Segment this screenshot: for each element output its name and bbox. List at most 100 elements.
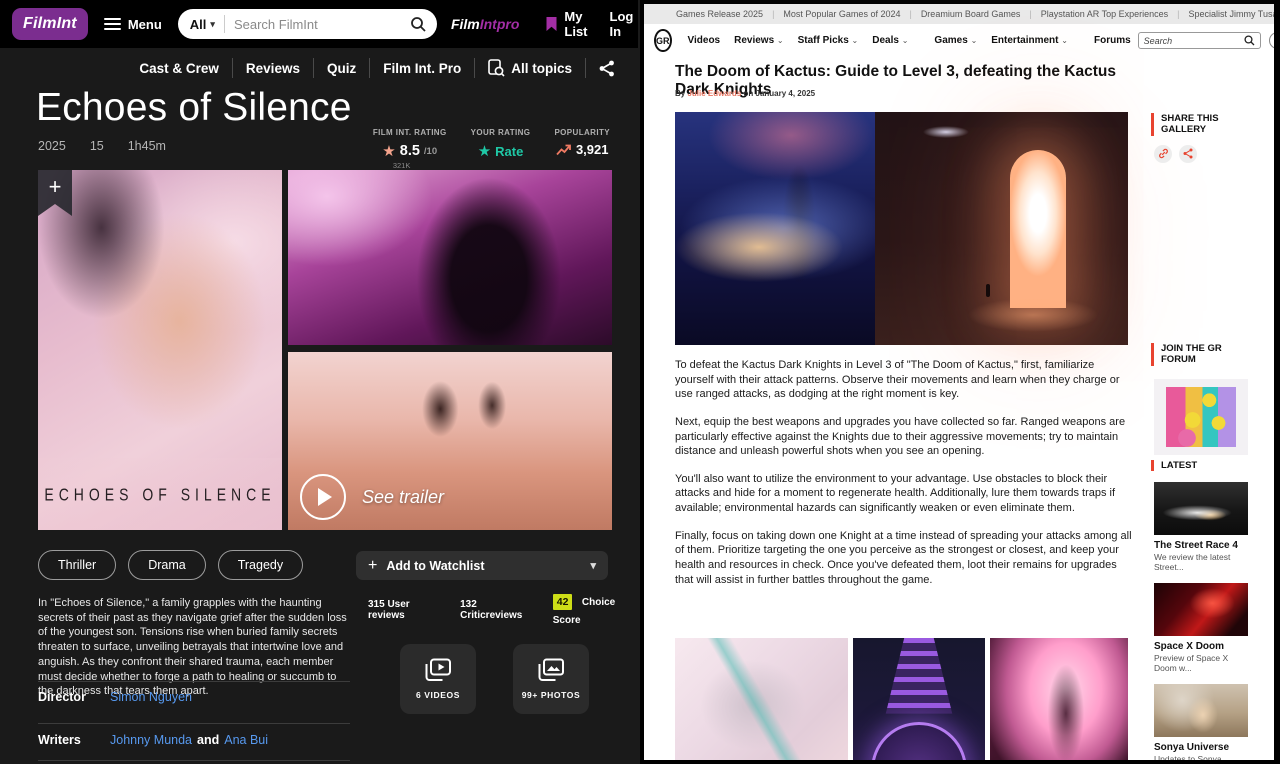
copy-link-button[interactable] [1154, 145, 1172, 163]
top-link-3[interactable]: Dreamium Board Games [921, 9, 1021, 19]
floor-glow [968, 298, 1098, 332]
nav-reviews[interactable]: Reviews [233, 61, 313, 76]
see-trailer-label[interactable]: See trailer [362, 487, 444, 508]
genre-drama[interactable]: Drama [128, 550, 206, 580]
latest-item-desc: Preview of Space X Doom w... [1154, 653, 1251, 673]
search-category-dropdown[interactable]: All ▾ [190, 17, 215, 32]
share-icon [1183, 148, 1193, 159]
menu-button[interactable]: Menu [104, 15, 162, 33]
trending-up-icon [556, 144, 572, 156]
gallery-image-pink-crystal[interactable] [990, 638, 1128, 760]
ceiling-light [923, 126, 969, 138]
ratings-block: FILM INT. RATING ★ 8.5 /10 321K YOUR RAT… [373, 128, 610, 170]
hero-image-night-scene[interactable] [675, 112, 875, 345]
top-link-5[interactable]: Specialist Jimmy Tusan Reviews 2024 [1188, 9, 1274, 19]
gr-login-button[interactable]: Log in [1269, 32, 1274, 49]
gr-nav-deals[interactable]: Deals ⌄ [872, 35, 908, 46]
writers-conjunction: and [197, 733, 219, 747]
popularity-value: 3,921 [576, 142, 609, 157]
latest-item-space-x-doom[interactable]: Space X Doom Preview of Space X Doom w..… [1151, 583, 1251, 673]
forum-promo-image[interactable] [1154, 379, 1248, 455]
space-x-doom-thumbnail [1154, 583, 1248, 636]
login-link[interactable]: Log In [610, 9, 634, 39]
filmint-window: FilmInt Menu All ▾ FilmIntpro My List [0, 0, 640, 764]
genre-tragedy[interactable]: Tragedy [218, 550, 303, 580]
chevron-down-icon[interactable]: ▾ [590, 559, 596, 572]
neon-ring [871, 722, 967, 760]
nav-cast-crew[interactable]: Cast & Crew [126, 61, 232, 76]
rating-votes: 321K [393, 161, 447, 170]
your-rating[interactable]: YOUR RATING ★ Rate [471, 128, 531, 170]
nav-all-topics[interactable]: All topics [475, 59, 585, 77]
gr-search-input[interactable] [1144, 36, 1244, 46]
article-byline: By Julie Edwards on January 4, 2025 [675, 89, 815, 98]
chevron-down-icon: ⌄ [1061, 36, 1068, 45]
filmintpro-link[interactable]: FilmIntpro [451, 16, 519, 32]
popularity[interactable]: POPULARITY 3,921 [554, 128, 610, 170]
still-image-top[interactable] [288, 170, 612, 345]
gr-search-box [1138, 32, 1261, 49]
sonya-universe-thumbnail [1154, 684, 1248, 737]
critic-reviews-link[interactable]: 132 Criticreviews [460, 599, 537, 621]
top-link-1[interactable]: Games Release 2025 [676, 9, 763, 19]
hamburger-icon [104, 15, 121, 33]
photos-button[interactable]: 99+ PHOTOS [513, 644, 589, 714]
top-link-divider: | [909, 9, 911, 19]
film-int-rating[interactable]: FILM INT. RATING ★ 8.5 /10 321K [373, 128, 447, 170]
release-year[interactable]: 2025 [38, 139, 66, 153]
nav-film-int-pro[interactable]: Film Int. Pro [370, 61, 474, 76]
gr-nav-videos[interactable]: Videos [688, 35, 721, 46]
gr-logo[interactable]: GR [654, 29, 672, 52]
search-icon[interactable] [1244, 35, 1255, 46]
gr-nav-reviews[interactable]: Reviews ⌄ [734, 35, 784, 46]
gr-nav-forums[interactable]: Forums [1094, 35, 1131, 46]
top-link-divider: | [1029, 9, 1031, 19]
paragraph-1: To defeat the Kactus Dark Knights in Lev… [675, 358, 1133, 402]
forum-title: JOIN THE GR FORUM [1151, 343, 1251, 366]
videos-button[interactable]: 6 VIDEOS [400, 644, 476, 714]
my-list-button[interactable]: My List [545, 9, 587, 39]
photo-stack-icon [537, 658, 565, 682]
add-to-watchlist-button[interactable]: + Add to Watchlist ▾ [356, 551, 608, 580]
search-input[interactable] [234, 17, 410, 32]
latest-item-street-race[interactable]: The Street Race 4 We review the latest S… [1151, 482, 1251, 572]
latest-item-desc: Updates to Sonya Universe... [1154, 754, 1251, 760]
top-link-4[interactable]: Playstation AR Top Experiences [1041, 9, 1168, 19]
author-link[interactable]: Julie Edwards [687, 89, 741, 98]
choice-score-badge: 42 [553, 594, 573, 610]
movie-poster[interactable]: + ECHOES OF SILENCE [38, 170, 282, 530]
top-link-2[interactable]: Most Popular Games of 2024 [783, 9, 900, 19]
paragraph-4: Finally, focus on taking down one Knight… [675, 529, 1133, 588]
genre-thriller[interactable]: Thriller [38, 550, 116, 580]
gr-nav-staff-picks[interactable]: Staff Picks ⌄ [798, 35, 859, 46]
trailer-image[interactable]: See trailer [288, 352, 612, 530]
gr-nav-games[interactable]: Games ⌄ [934, 35, 977, 46]
rate-star-icon: ★ [478, 142, 491, 160]
share-icon [599, 60, 615, 77]
movie-description: In "Echoes of Silence," a family grapple… [38, 596, 352, 699]
emoji-sculpture-art [1166, 387, 1236, 447]
search-icon[interactable] [410, 16, 427, 33]
gallery-image-neon-stairs[interactable] [853, 638, 985, 760]
gr-nav-entertainment[interactable]: Entertainment ⌄ [991, 35, 1068, 46]
writer-link-2[interactable]: Ana Bui [224, 733, 268, 747]
add-to-list-ribbon[interactable]: + [38, 170, 72, 216]
hero-image-glowing-arch[interactable] [875, 112, 1128, 345]
writer-link-1[interactable]: Johnny Munda [110, 733, 192, 747]
gallery-image-glass-abstract[interactable] [675, 638, 848, 760]
play-button[interactable] [300, 474, 346, 520]
director-link[interactable]: Simon Nguyen [110, 690, 192, 704]
share-button[interactable] [586, 60, 628, 77]
byline-by: By [675, 89, 685, 98]
rating-score: 8.5 [400, 143, 420, 159]
your-rating-label: YOUR RATING [471, 128, 531, 137]
latest-item-sonya-universe[interactable]: Sonya Universe Updates to Sonya Universe… [1151, 684, 1251, 760]
street-race-thumbnail [1154, 482, 1248, 535]
share-button[interactable] [1179, 145, 1197, 163]
choice-score[interactable]: 42 Choice Score [553, 592, 640, 628]
user-reviews-link[interactable]: 315 User reviews [368, 599, 444, 621]
paragraph-2: Next, equip the best weapons and upgrade… [675, 415, 1133, 459]
filmint-logo[interactable]: FilmInt [12, 8, 88, 40]
topics-search-icon [488, 59, 505, 77]
nav-quiz[interactable]: Quiz [314, 61, 369, 76]
